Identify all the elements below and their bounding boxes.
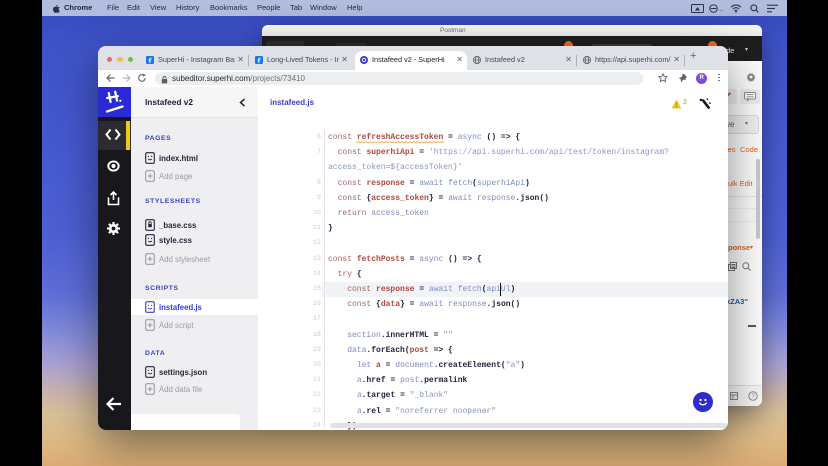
svg-text:?: ? [751,393,755,400]
